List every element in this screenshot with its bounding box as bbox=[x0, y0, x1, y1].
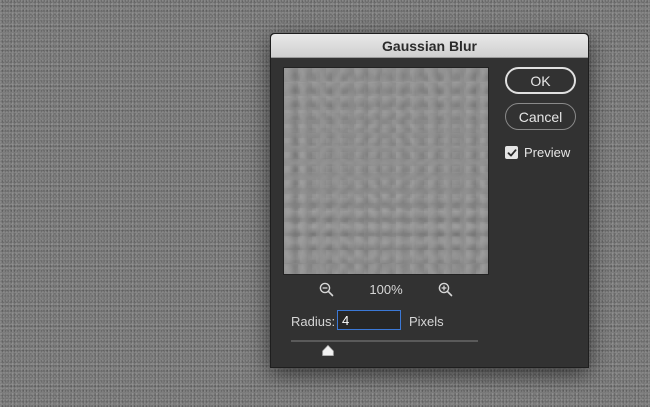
zoom-in-icon[interactable] bbox=[438, 282, 453, 302]
radius-slider-track[interactable] bbox=[291, 340, 478, 342]
zoom-out-icon[interactable] bbox=[319, 282, 334, 302]
preview-toggle[interactable]: Preview bbox=[505, 145, 570, 160]
dialog-title: Gaussian Blur bbox=[382, 37, 477, 54]
gaussian-blur-dialog: Gaussian Blur OK Cancel Preview 100% Rad… bbox=[270, 33, 589, 368]
dialog-titlebar[interactable]: Gaussian Blur bbox=[271, 34, 588, 58]
cancel-button[interactable]: Cancel bbox=[505, 103, 576, 130]
zoom-controls: 100% bbox=[283, 280, 487, 300]
checkmark-icon bbox=[507, 148, 516, 156]
preview-thumbnail[interactable] bbox=[283, 67, 489, 275]
zoom-level-readout: 100% bbox=[369, 282, 403, 297]
ok-button[interactable]: OK bbox=[505, 67, 576, 94]
radius-label: Radius: bbox=[291, 314, 336, 329]
radius-input[interactable] bbox=[337, 310, 401, 330]
preview-label: Preview bbox=[524, 145, 571, 160]
preview-checkbox[interactable] bbox=[505, 146, 518, 159]
radius-unit-label: Pixels bbox=[409, 314, 444, 329]
